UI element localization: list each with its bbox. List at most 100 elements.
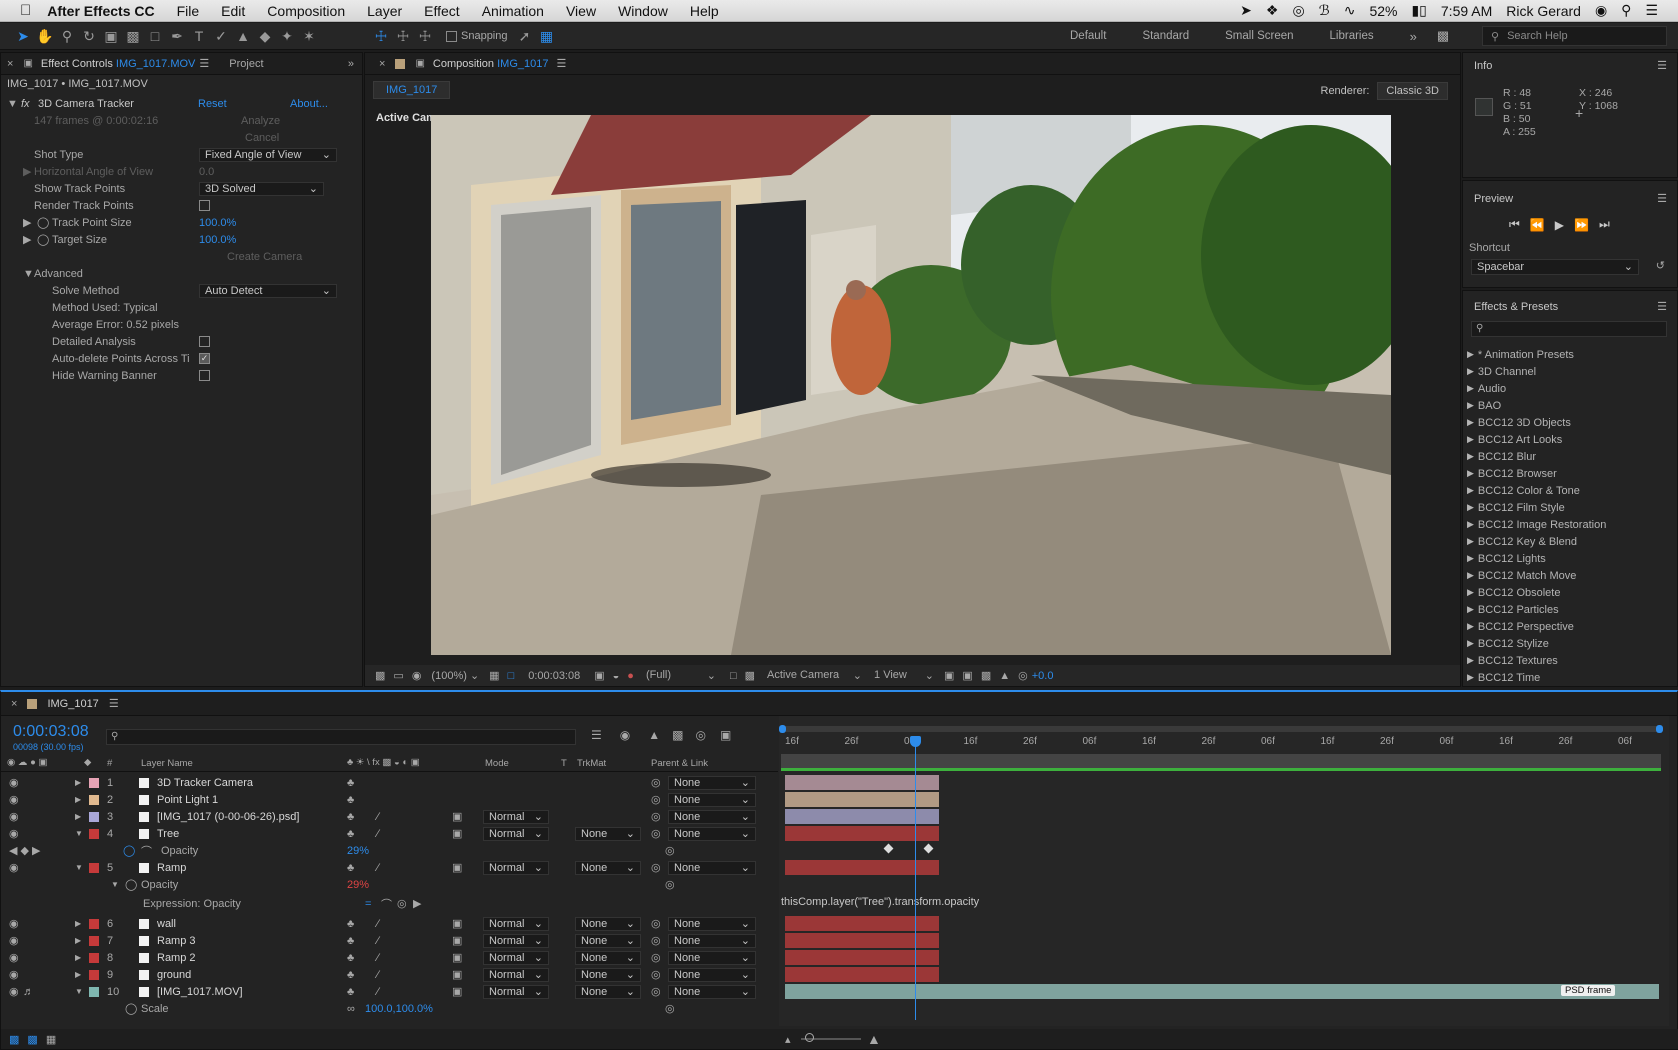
advanced-label[interactable]: Advanced xyxy=(34,268,83,280)
expression-graph-icon[interactable]: ⌒ xyxy=(381,896,392,912)
3d-layer-switch-icon[interactable]: ▣ xyxy=(452,985,462,998)
zoom-slider-thumb[interactable] xyxy=(805,1033,814,1042)
twirl-right-icon[interactable]: ▶ xyxy=(1467,553,1474,564)
layer-twirl-icon[interactable]: ▼ xyxy=(75,863,83,872)
quality-switch-icon[interactable]: ∕ xyxy=(377,952,379,964)
render-track-points-checkbox[interactable] xyxy=(199,200,210,211)
layer-twirl-icon[interactable]: ▶ xyxy=(75,919,81,928)
layer-label-color[interactable] xyxy=(89,777,99,788)
shy-switch-icon[interactable]: ♣ xyxy=(347,952,354,964)
quality-switch-icon[interactable]: ∕ xyxy=(377,862,379,874)
mask-visibility-icon[interactable]: □ xyxy=(508,670,515,682)
track-matte-dropdown[interactable]: None ⌄ xyxy=(575,950,641,965)
psd-frame-marker[interactable]: PSD frame xyxy=(1561,985,1616,996)
twirl-right-icon[interactable]: ▶ xyxy=(1467,655,1474,666)
stopwatch-icon[interactable]: ◯ xyxy=(37,216,49,229)
shy-switch-icon[interactable]: ♣ xyxy=(347,794,354,806)
frame-blending-icon[interactable]: ▩ xyxy=(672,728,683,742)
layer-label-color[interactable] xyxy=(89,918,99,929)
roto-brush-tool-icon[interactable]: ✦ xyxy=(276,26,298,46)
twirl-right-icon[interactable]: ▶ xyxy=(1467,502,1474,513)
channels-icon[interactable]: ● xyxy=(627,670,634,682)
menu-animation[interactable]: Animation xyxy=(482,3,544,19)
pick-whip-icon[interactable]: ◎ xyxy=(665,878,675,891)
layer-name[interactable]: Point Light 1 xyxy=(157,794,218,806)
always-preview-icon[interactable]: ▩ xyxy=(375,669,385,682)
menu-composition[interactable]: Composition xyxy=(267,3,345,19)
menu-effect[interactable]: Effect xyxy=(424,3,460,19)
work-area-start-handle[interactable] xyxy=(779,725,786,733)
shy-switch-icon[interactable]: ♣ xyxy=(347,986,354,998)
clone-stamp-tool-icon[interactable]: ▲ xyxy=(232,26,254,46)
quality-switch-icon[interactable]: ∕ xyxy=(377,935,379,947)
viewer-timecode[interactable]: 0:00:03:08 xyxy=(528,670,580,682)
play-icon[interactable]: ▶ xyxy=(1555,218,1564,232)
view-axis-icon[interactable]: ☩ xyxy=(414,26,436,46)
menu-window[interactable]: Window xyxy=(618,3,668,19)
snapshot-icon[interactable]: ▣ xyxy=(594,669,604,682)
effects-list-item[interactable]: ▶ 3D Channel xyxy=(1467,363,1672,380)
pan-behind-tool-icon[interactable]: ▩ xyxy=(122,26,144,46)
tree-opacity-value[interactable]: 29% xyxy=(347,845,369,857)
apple-icon[interactable]:  xyxy=(20,2,31,19)
wifi-icon[interactable]: ∿ xyxy=(1344,2,1356,19)
parent-dropdown[interactable]: None ⌄ xyxy=(668,916,756,931)
3d-layer-switch-icon[interactable]: ▣ xyxy=(452,810,462,823)
effect-about-link[interactable]: About... xyxy=(290,98,328,110)
solve-method-dropdown[interactable]: Auto Detect ⌄ xyxy=(199,283,337,298)
twirl-right-icon[interactable]: ▶ xyxy=(23,233,31,246)
twirl-right-icon[interactable]: ▶ xyxy=(23,165,31,178)
layer-label-color[interactable] xyxy=(89,828,99,839)
in-out-icon[interactable]: ▦ xyxy=(46,1033,56,1046)
stopwatch-icon[interactable]: ◯ xyxy=(123,844,135,857)
tab-project[interactable]: Project xyxy=(229,58,263,70)
blend-mode-dropdown[interactable]: Normal ⌄ xyxy=(483,916,549,931)
hav-value[interactable]: 0.0 xyxy=(199,166,214,178)
expand-panels-icon[interactable]: » xyxy=(348,58,354,70)
twirl-right-icon[interactable]: ▶ xyxy=(1467,417,1474,428)
audio-icon[interactable]: ♬ xyxy=(23,986,34,998)
zoom-tool-icon[interactable]: ⚲ xyxy=(56,26,78,46)
layer-row[interactable]: ◉ ▼ 5 Ramp ♣ ∕ ▣ Normal ⌄ None ⌄ ◎ None ⌄ xyxy=(1,859,776,876)
cancel-button[interactable]: Cancel xyxy=(245,132,279,144)
fast-previews-icon[interactable]: ▣ xyxy=(962,669,972,682)
target-size-value[interactable]: 100.0% xyxy=(199,234,236,246)
blend-mode-dropdown[interactable]: Normal ⌄ xyxy=(483,967,549,982)
twirl-right-icon[interactable]: ▶ xyxy=(1467,570,1474,581)
parent-dropdown[interactable]: None ⌄ xyxy=(668,984,756,999)
layer-name[interactable]: Ramp 2 xyxy=(157,952,196,964)
twirl-right-icon[interactable]: ▶ xyxy=(23,216,31,229)
hide-warning-checkbox[interactable] xyxy=(199,370,210,381)
transfer-controls-icon[interactable]: ▩ xyxy=(27,1033,37,1046)
twirl-right-icon[interactable]: ▶ xyxy=(1467,604,1474,615)
effects-list-item[interactable]: ▶ BCC12 Lights xyxy=(1467,550,1672,567)
shy-switch-icon[interactable]: ♣ xyxy=(347,777,354,789)
expression-enable-icon[interactable]: = xyxy=(365,898,371,910)
layer-label-color[interactable] xyxy=(89,794,99,805)
workspace-default[interactable]: Default xyxy=(1070,30,1106,42)
twirl-right-icon[interactable]: ▶ xyxy=(1467,400,1474,411)
layer-name[interactable]: Tree xyxy=(157,828,179,840)
camera-tool-icon[interactable]: ▣ xyxy=(100,26,122,46)
panel-menu-icon[interactable]: ☰ xyxy=(199,57,209,70)
blend-mode-dropdown[interactable]: Normal ⌄ xyxy=(483,933,549,948)
type-tool-icon[interactable]: T xyxy=(188,26,210,46)
viewer-frame[interactable] xyxy=(431,115,1391,655)
next-frame-icon[interactable]: ⏩ xyxy=(1574,218,1589,232)
twirl-right-icon[interactable]: ▶ xyxy=(1467,349,1474,360)
twirl-right-icon[interactable]: ▶ xyxy=(1467,451,1474,462)
track-matte-dropdown[interactable]: None ⌄ xyxy=(575,984,641,999)
draft-3d-icon[interactable]: ◉ xyxy=(620,728,630,742)
pick-whip-icon[interactable]: ◎ xyxy=(665,844,675,857)
search-help-field[interactable]: ⚲ Search Help xyxy=(1482,26,1667,46)
fx-icon[interactable]: fx xyxy=(21,98,30,110)
safe-margins-icon[interactable]: ▦ xyxy=(489,669,499,682)
siri-icon[interactable]: ◉ xyxy=(1595,2,1607,19)
visibility-eye-icon[interactable]: ◉ xyxy=(9,861,19,874)
vr-icon[interactable]: ◉ xyxy=(412,669,422,682)
layer-label-color[interactable] xyxy=(89,862,99,873)
effects-list-item[interactable]: ▶ BCC12 Key & Blend xyxy=(1467,533,1672,550)
stopwatch-icon[interactable]: ◯ xyxy=(125,1002,137,1015)
visibility-eye-icon[interactable]: ◉ xyxy=(9,917,19,930)
timeline-tab[interactable]: IMG_1017 xyxy=(47,698,98,710)
